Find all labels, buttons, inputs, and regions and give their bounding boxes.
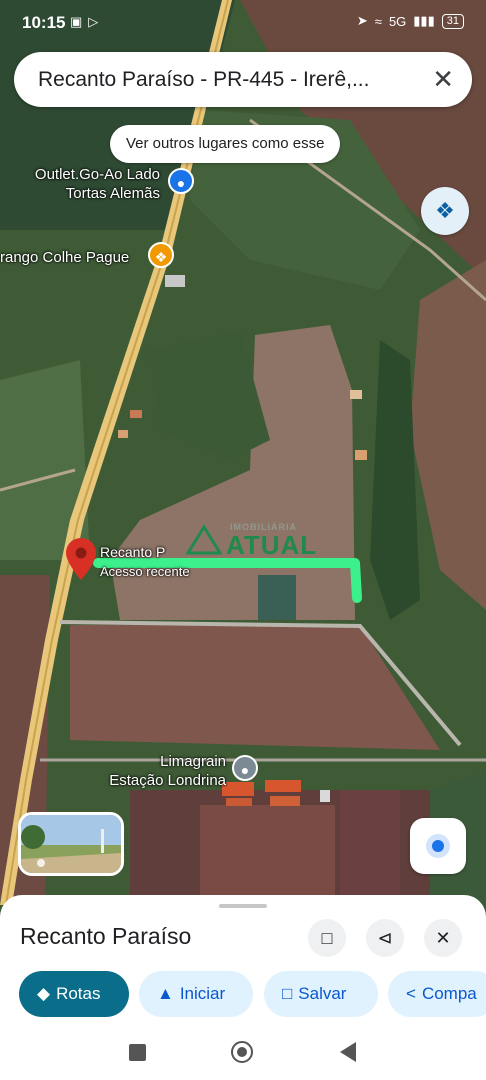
share-icon[interactable]: ⊲	[366, 919, 404, 957]
pin-place-label[interactable]: Recanto P	[100, 543, 165, 562]
poi-label-outlet[interactable]: Outlet.Go-Ao Lado Tortas Alemãs	[24, 165, 160, 203]
signal-icon: ▮▮▮	[413, 13, 435, 28]
bookmark-icon[interactable]: □	[308, 919, 346, 957]
my-location-icon	[432, 840, 444, 852]
my-location-button[interactable]	[410, 818, 466, 874]
share-label: Compa	[421, 984, 477, 1003]
directions-button[interactable]: ◆ Rotas	[19, 971, 129, 1017]
close-icon[interactable]: ✕	[432, 64, 454, 95]
place-title: Recanto Paraíso	[20, 923, 192, 949]
directions-icon: ◆	[37, 984, 51, 1003]
start-button[interactable]: ▲ Iniciar	[139, 971, 253, 1017]
poi-label-morango[interactable]: rango Colhe Pague	[0, 248, 129, 267]
status-time: 10:15	[22, 13, 66, 32]
save-button[interactable]: □ Salvar	[264, 971, 378, 1017]
location-arrow-icon: ➤	[356, 13, 368, 28]
search-query[interactable]: Recanto Paraíso - PR-445 - Irerê,...	[38, 68, 408, 92]
navigation-icon: ▲	[157, 984, 174, 1003]
play-icon: ▷	[88, 14, 99, 29]
home-icon[interactable]	[231, 1041, 253, 1063]
start-label: Iniciar	[179, 984, 226, 1003]
status-bar: 10:15 ▣ ▷ ➤ ≈ 5G ▮▮▮ 31	[0, 0, 486, 46]
close-sheet-icon[interactable]: ✕	[424, 919, 462, 957]
restaurant-icon[interactable]: ❖	[148, 242, 174, 268]
place-sheet[interactable]: Recanto Paraíso □ ⊲ ✕ ◆ Rotas ▲ Iniciar □ S…	[0, 895, 486, 1030]
share-button[interactable]: < Compa	[388, 971, 486, 1017]
save-label: Salvar	[298, 984, 347, 1003]
similar-places-chip[interactable]: Ver outros lugares como esse	[110, 125, 341, 163]
back-icon[interactable]	[340, 1042, 356, 1062]
drag-handle[interactable]	[219, 904, 267, 908]
recent-access-label: Acesso recente	[100, 564, 190, 579]
location-pin-icon[interactable]	[66, 538, 96, 580]
directions-label: Rotas	[56, 984, 101, 1003]
street-view-thumbnail[interactable]	[18, 812, 124, 876]
notification-icons: ▣ ▷	[70, 14, 98, 30]
poi-label-limagrain-station[interactable]: Estação Londrina	[80, 771, 226, 790]
street-view-image	[21, 815, 121, 873]
system-icons: ➤ ≈ 5G ▮▮▮ 31	[357, 13, 464, 29]
recents-icon[interactable]	[129, 1044, 146, 1061]
place-marker-icon[interactable]: ●	[232, 755, 258, 781]
share-icon: <	[406, 984, 416, 1003]
wifi-off-icon: ≈	[374, 13, 382, 29]
search-bar[interactable]: Recanto Paraíso - PR-445 - Irerê,... ✕	[14, 52, 472, 107]
network-label: 5G	[388, 13, 407, 29]
action-buttons: ◆ Rotas ▲ Iniciar □ Salvar < Compa	[19, 971, 486, 1019]
layers-icon[interactable]: ❖	[421, 187, 469, 235]
poi-label-limagrain[interactable]: Limagrain	[148, 752, 226, 771]
bookmark-icon: □	[282, 984, 293, 1003]
bank-app-icon: ▣	[70, 14, 83, 29]
watermark-logo: ATUAL	[226, 530, 318, 560]
shopping-bag-icon[interactable]: ●	[168, 168, 194, 194]
battery-icon: 31	[441, 13, 464, 29]
system-nav-bar	[0, 1030, 486, 1080]
